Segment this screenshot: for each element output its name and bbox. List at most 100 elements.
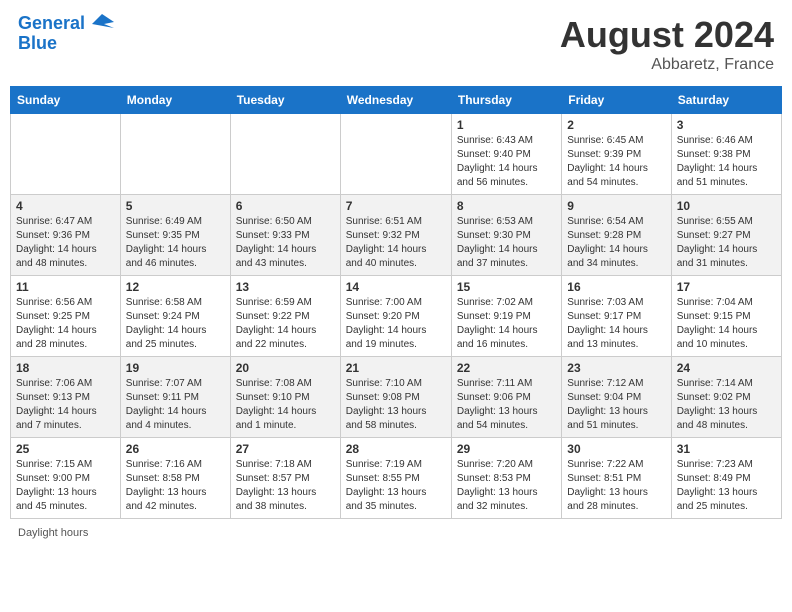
day-number: 4	[16, 199, 115, 213]
calendar-cell: 29Sunrise: 7:20 AM Sunset: 8:53 PM Dayli…	[451, 438, 561, 519]
calendar-cell: 6Sunrise: 6:50 AM Sunset: 9:33 PM Daylig…	[230, 195, 340, 276]
day-info: Sunrise: 6:45 AM Sunset: 9:39 PM Dayligh…	[567, 134, 665, 190]
day-info: Sunrise: 6:47 AM Sunset: 9:36 PM Dayligh…	[16, 215, 115, 271]
day-info: Sunrise: 7:14 AM Sunset: 9:02 PM Dayligh…	[677, 377, 776, 433]
day-number: 23	[567, 361, 665, 375]
day-info: Sunrise: 7:02 AM Sunset: 9:19 PM Dayligh…	[457, 296, 556, 352]
day-number: 1	[457, 118, 556, 132]
day-info: Sunrise: 7:23 AM Sunset: 8:49 PM Dayligh…	[677, 458, 776, 514]
logo: General Blue	[18, 14, 114, 54]
logo-text: General Blue	[18, 14, 114, 54]
day-info: Sunrise: 6:55 AM Sunset: 9:27 PM Dayligh…	[677, 215, 776, 271]
title-block: August 2024 Abbaretz, France	[560, 14, 774, 74]
col-header-monday: Monday	[120, 87, 230, 114]
logo-bird-icon	[92, 14, 114, 34]
day-info: Sunrise: 7:12 AM Sunset: 9:04 PM Dayligh…	[567, 377, 665, 433]
calendar-cell: 17Sunrise: 7:04 AM Sunset: 9:15 PM Dayli…	[671, 276, 781, 357]
day-info: Sunrise: 6:43 AM Sunset: 9:40 PM Dayligh…	[457, 134, 556, 190]
logo-blue: Blue	[18, 34, 114, 54]
week-row-5: 25Sunrise: 7:15 AM Sunset: 9:00 PM Dayli…	[11, 438, 782, 519]
footer: Daylight hours	[10, 527, 782, 539]
day-info: Sunrise: 7:06 AM Sunset: 9:13 PM Dayligh…	[16, 377, 115, 433]
day-number: 21	[346, 361, 446, 375]
day-number: 18	[16, 361, 115, 375]
day-number: 13	[236, 280, 335, 294]
day-info: Sunrise: 7:00 AM Sunset: 9:20 PM Dayligh…	[346, 296, 446, 352]
calendar-cell: 15 Sunrise: 7:02 AM Sunset: 9:19 PM Dayli…	[451, 276, 561, 357]
week-row-3: 11Sunrise: 6:56 AM Sunset: 9:25 PM Dayli…	[11, 276, 782, 357]
day-info: Sunrise: 7:03 AM Sunset: 9:17 PM Dayligh…	[567, 296, 665, 352]
day-number: 7	[346, 199, 446, 213]
main-title: August 2024	[560, 14, 774, 56]
calendar-cell: 28 Sunrise: 7:19 AM Sunset: 8:55 PM Dayli…	[340, 438, 451, 519]
calendar-cell: 16 Sunrise: 7:03 AM Sunset: 9:17 PM Dayli…	[562, 276, 671, 357]
calendar-cell: 11Sunrise: 6:56 AM Sunset: 9:25 PM Dayli…	[11, 276, 121, 357]
day-number: 26	[126, 442, 225, 456]
day-info: Sunrise: 6:58 AM Sunset: 9:24 PM Dayligh…	[126, 296, 225, 352]
calendar-header-row: SundayMondayTuesdayWednesdayThursdayFrid…	[11, 87, 782, 114]
day-info: Sunrise: 6:49 AM Sunset: 9:35 PM Dayligh…	[126, 215, 225, 271]
week-row-1: 1 Sunrise: 6:43 AM Sunset: 9:40 PM Daylig…	[11, 114, 782, 195]
day-number: 22	[457, 361, 556, 375]
calendar-cell: 23 Sunrise: 7:12 AM Sunset: 9:04 PM Dayli…	[562, 357, 671, 438]
day-number: 15	[457, 280, 556, 294]
logo-general: General	[18, 13, 85, 33]
day-info: Sunrise: 7:11 AM Sunset: 9:06 PM Dayligh…	[457, 377, 556, 433]
day-number: 31	[677, 442, 776, 456]
day-info: Sunrise: 7:07 AM Sunset: 9:11 PM Dayligh…	[126, 377, 225, 433]
calendar-cell: 19 Sunrise: 7:07 AM Sunset: 9:11 PM Dayli…	[120, 357, 230, 438]
day-number: 10	[677, 199, 776, 213]
calendar-cell: 4 Sunrise: 6:47 AM Sunset: 9:36 PM Daylig…	[11, 195, 121, 276]
calendar-cell: 3Sunrise: 6:46 AM Sunset: 9:38 PM Daylig…	[671, 114, 781, 195]
day-number: 27	[236, 442, 335, 456]
calendar-cell: 25Sunrise: 7:15 AM Sunset: 9:00 PM Dayli…	[11, 438, 121, 519]
week-row-2: 4 Sunrise: 6:47 AM Sunset: 9:36 PM Daylig…	[11, 195, 782, 276]
day-number: 29	[457, 442, 556, 456]
day-number: 12	[126, 280, 225, 294]
day-number: 11	[16, 280, 115, 294]
col-header-friday: Friday	[562, 87, 671, 114]
calendar-cell: 9 Sunrise: 6:54 AM Sunset: 9:28 PM Daylig…	[562, 195, 671, 276]
day-number: 14	[346, 280, 446, 294]
day-number: 2	[567, 118, 665, 132]
calendar-cell: 30Sunrise: 7:22 AM Sunset: 8:51 PM Dayli…	[562, 438, 671, 519]
day-number: 16	[567, 280, 665, 294]
col-header-sunday: Sunday	[11, 87, 121, 114]
day-info: Sunrise: 6:53 AM Sunset: 9:30 PM Dayligh…	[457, 215, 556, 271]
day-info: Sunrise: 6:54 AM Sunset: 9:28 PM Dayligh…	[567, 215, 665, 271]
day-info: Sunrise: 6:46 AM Sunset: 9:38 PM Dayligh…	[677, 134, 776, 190]
calendar-cell: 27 Sunrise: 7:18 AM Sunset: 8:57 PM Dayli…	[230, 438, 340, 519]
col-header-tuesday: Tuesday	[230, 87, 340, 114]
calendar-cell: 5Sunrise: 6:49 AM Sunset: 9:35 PM Daylig…	[120, 195, 230, 276]
calendar-cell: 1 Sunrise: 6:43 AM Sunset: 9:40 PM Daylig…	[451, 114, 561, 195]
day-info: Sunrise: 7:19 AM Sunset: 8:55 PM Dayligh…	[346, 458, 446, 514]
daylight-hours-label: Daylight hours	[18, 527, 88, 539]
calendar-cell: 18 Sunrise: 7:06 AM Sunset: 9:13 PM Dayli…	[11, 357, 121, 438]
calendar-cell: 2 Sunrise: 6:45 AM Sunset: 9:39 PM Daylig…	[562, 114, 671, 195]
calendar-cell: 7Sunrise: 6:51 AM Sunset: 9:32 PM Daylig…	[340, 195, 451, 276]
calendar-cell: 8 Sunrise: 6:53 AM Sunset: 9:30 PM Daylig…	[451, 195, 561, 276]
day-number: 28	[346, 442, 446, 456]
day-info: Sunrise: 7:16 AM Sunset: 8:58 PM Dayligh…	[126, 458, 225, 514]
calendar-cell: 10 Sunrise: 6:55 AM Sunset: 9:27 PM Dayli…	[671, 195, 781, 276]
calendar-table: SundayMondayTuesdayWednesdayThursdayFrid…	[10, 86, 782, 519]
subtitle: Abbaretz, France	[560, 56, 774, 74]
day-info: Sunrise: 6:59 AM Sunset: 9:22 PM Dayligh…	[236, 296, 335, 352]
day-number: 19	[126, 361, 225, 375]
calendar-cell: 22 Sunrise: 7:11 AM Sunset: 9:06 PM Dayli…	[451, 357, 561, 438]
day-info: Sunrise: 6:50 AM Sunset: 9:33 PM Dayligh…	[236, 215, 335, 271]
calendar-cell: 24Sunrise: 7:14 AM Sunset: 9:02 PM Dayli…	[671, 357, 781, 438]
calendar-cell: 14 Sunrise: 7:00 AM Sunset: 9:20 PM Dayli…	[340, 276, 451, 357]
calendar-cell	[340, 114, 451, 195]
calendar-cell	[120, 114, 230, 195]
day-number: 17	[677, 280, 776, 294]
calendar-cell: 20Sunrise: 7:08 AM Sunset: 9:10 PM Dayli…	[230, 357, 340, 438]
col-header-saturday: Saturday	[671, 87, 781, 114]
day-number: 8	[457, 199, 556, 213]
day-number: 25	[16, 442, 115, 456]
day-number: 9	[567, 199, 665, 213]
day-info: Sunrise: 7:10 AM Sunset: 9:08 PM Dayligh…	[346, 377, 446, 433]
calendar-cell	[11, 114, 121, 195]
day-info: Sunrise: 7:18 AM Sunset: 8:57 PM Dayligh…	[236, 458, 335, 514]
page-header: General Blue August 2024 Abbaretz, Franc…	[10, 10, 782, 78]
